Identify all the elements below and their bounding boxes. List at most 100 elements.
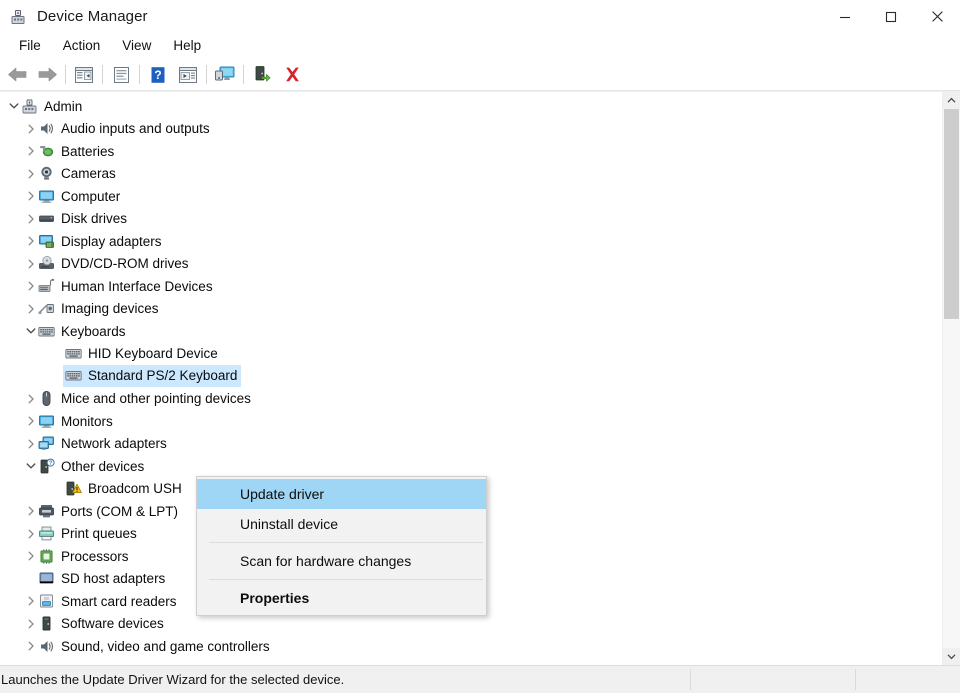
tree-item-content[interactable]: DVD/CD-ROM drives — [38, 255, 189, 272]
tree-item-content[interactable]: Disk drives — [38, 210, 127, 227]
tree-item[interactable]: Batteries — [0, 140, 942, 163]
tree-item-content[interactable]: Print queues — [38, 525, 137, 542]
chevron-down-icon[interactable] — [6, 95, 21, 117]
properties-button[interactable] — [106, 61, 136, 88]
chevron-right-icon[interactable] — [23, 118, 38, 140]
monitor-icon — [38, 188, 55, 205]
minimize-button[interactable] — [822, 0, 868, 33]
unknown-device-warning-icon — [65, 480, 82, 497]
chevron-right-icon[interactable] — [23, 140, 38, 162]
scroll-down-button[interactable] — [943, 648, 960, 665]
tree-item-content[interactable]: Mice and other pointing devices — [38, 390, 251, 407]
tree-item-label: Network adapters — [61, 436, 167, 451]
tree-item-content[interactable]: Ports (COM & LPT) — [38, 503, 178, 520]
tree-item[interactable]: Display adapters — [0, 230, 942, 253]
context-menu[interactable]: Update driver Uninstall device Scan for ha… — [196, 476, 487, 616]
tree-item-content[interactable]: Keyboards — [38, 323, 126, 340]
tree-item-content[interactable]: Batteries — [38, 143, 114, 160]
help-button[interactable]: ? — [143, 61, 173, 88]
context-menu-item[interactable]: Scan for hardware changes — [197, 546, 486, 576]
tree-item-content[interactable]: Smart card readers — [38, 593, 177, 610]
context-menu-item[interactable]: Uninstall device — [197, 509, 486, 539]
tree-item[interactable]: Admin — [0, 95, 942, 118]
tree-item[interactable]: HID Keyboard Device — [0, 343, 942, 366]
tree-item-label: Smart card readers — [61, 593, 177, 609]
tree-item-content[interactable]: ? Other devices — [38, 458, 144, 475]
chevron-right-icon[interactable] — [23, 410, 38, 432]
tree-item[interactable]: Human Interface Devices — [0, 275, 942, 298]
tree-item-content[interactable]: Sound, video and game controllers — [38, 638, 270, 655]
tree-item-content[interactable]: Admin — [21, 98, 82, 115]
chevron-down-icon[interactable] — [23, 320, 38, 342]
tree-item-content[interactable]: SD host adapters — [38, 570, 165, 587]
tree-item-content[interactable]: Computer — [38, 188, 120, 205]
chevron-right-icon[interactable] — [23, 253, 38, 275]
tree-item-content[interactable]: Monitors — [38, 413, 113, 430]
tree-item[interactable]: Audio inputs and outputs — [0, 118, 942, 141]
tree-item[interactable]: Cameras — [0, 163, 942, 186]
chevron-right-icon[interactable] — [23, 590, 38, 612]
content-area: Admin Audio inputs and outputs Batteries Ca… — [0, 91, 960, 665]
tree-item[interactable]: Standard PS/2 Keyboard — [0, 365, 942, 388]
tree-item-content[interactable]: Cameras — [38, 165, 116, 182]
context-menu-separator — [209, 579, 483, 580]
menu-view[interactable]: View — [111, 36, 162, 56]
tree-item[interactable]: Network adapters — [0, 433, 942, 456]
chevron-right-icon[interactable] — [23, 500, 38, 522]
chevron-right-icon[interactable] — [23, 163, 38, 185]
tree-item[interactable]: Disk drives — [0, 208, 942, 231]
uninstall-device-button[interactable] — [277, 61, 307, 88]
forward-button[interactable] — [32, 61, 62, 88]
show-hide-action-pane-button[interactable] — [173, 61, 203, 88]
tree-item-selected[interactable]: Standard PS/2 Keyboard — [63, 365, 242, 388]
tree-item[interactable]: Keyboards — [0, 320, 942, 343]
context-menu-item[interactable]: Update driver — [197, 479, 486, 509]
tree-item[interactable]: Mice and other pointing devices — [0, 388, 942, 411]
tree-item-content[interactable]: Display adapters — [38, 233, 162, 250]
close-button[interactable] — [914, 0, 960, 33]
chevron-right-icon[interactable] — [23, 275, 38, 297]
tree-item-content[interactable]: Processors — [38, 548, 129, 565]
menu-file[interactable]: File — [8, 36, 52, 56]
tree-item-content[interactable]: Imaging devices — [38, 300, 159, 317]
tree-item-content[interactable]: Broadcom USH — [65, 480, 182, 497]
tree-item-content[interactable]: Human Interface Devices — [38, 278, 213, 295]
chevron-right-icon[interactable] — [23, 230, 38, 252]
scrollbar-thumb[interactable] — [944, 109, 959, 320]
chevron-right-icon[interactable] — [23, 208, 38, 230]
show-hide-console-tree-button[interactable] — [69, 61, 99, 88]
scrollbar-track[interactable] — [943, 109, 960, 648]
tree-item[interactable]: Computer — [0, 185, 942, 208]
speaker-icon — [38, 120, 55, 137]
chevron-right-icon[interactable] — [23, 185, 38, 207]
tree-item-content[interactable]: Software devices — [38, 615, 164, 632]
context-menu-item[interactable]: Properties — [197, 583, 486, 613]
tree-item[interactable]: Imaging devices — [0, 298, 942, 321]
tree-item[interactable]: Monitors — [0, 410, 942, 433]
tree-item-content[interactable]: Audio inputs and outputs — [38, 120, 210, 137]
tree-item-content[interactable]: HID Keyboard Device — [65, 345, 218, 362]
chevron-right-icon[interactable] — [23, 545, 38, 567]
chevron-down-icon[interactable] — [23, 455, 38, 477]
window-title: Device Manager — [37, 8, 148, 25]
menu-action[interactable]: Action — [52, 36, 112, 56]
chevron-right-icon[interactable] — [23, 635, 38, 657]
tree-item[interactable]: DVD/CD-ROM drives — [0, 253, 942, 276]
menu-help[interactable]: Help — [162, 36, 212, 56]
chevron-right-icon[interactable] — [23, 613, 38, 635]
scroll-up-button[interactable] — [943, 92, 960, 109]
chevron-right-icon[interactable] — [23, 298, 38, 320]
back-button[interactable] — [2, 61, 32, 88]
maximize-button[interactable] — [868, 0, 914, 33]
tree-item[interactable]: ? Other devices — [0, 455, 942, 478]
scan-for-hardware-changes-button[interactable] — [210, 61, 240, 88]
tree-item-label: Ports (COM & LPT) — [61, 503, 179, 519]
tree-item-content[interactable]: Network adapters — [38, 435, 167, 452]
chevron-right-icon[interactable] — [23, 388, 38, 410]
chevron-right-icon[interactable] — [23, 523, 38, 545]
chevron-right-icon[interactable] — [23, 433, 38, 455]
vertical-scrollbar[interactable] — [942, 92, 960, 665]
update-driver-button[interactable] — [247, 61, 277, 88]
chevron-placeholder — [50, 343, 65, 365]
tree-item[interactable]: Sound, video and game controllers — [0, 635, 942, 658]
